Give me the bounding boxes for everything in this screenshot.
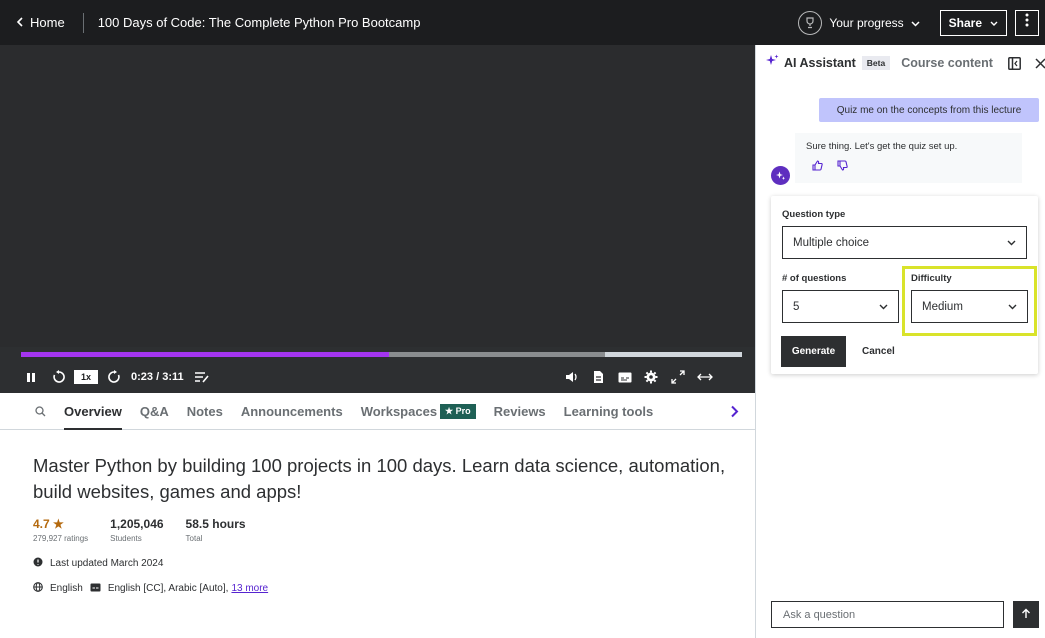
tab-ai-assistant[interactable]: AI Assistant [784, 56, 856, 70]
your-progress-button[interactable]: Your progress [798, 10, 920, 35]
rating-stat: 4.7 ★ 279,927 ratings [33, 517, 88, 543]
tab-workspaces[interactable]: Workspaces ★ Pro [361, 393, 476, 430]
header-actions: Your progress Share [798, 0, 1039, 45]
pause-icon[interactable] [26, 372, 36, 383]
more-options-button[interactable] [1015, 9, 1039, 36]
video-progress-bar[interactable] [21, 352, 742, 357]
tab-notes[interactable]: Notes [187, 393, 223, 430]
language-text: English [50, 583, 83, 594]
course-title[interactable]: 100 Days of Code: The Complete Python Pr… [98, 15, 421, 30]
beta-badge: Beta [861, 56, 891, 70]
hours-label: Total [185, 534, 203, 543]
trophy-icon [798, 10, 823, 35]
rating-value: 4.7 ★ [33, 517, 64, 531]
students-value: 1,205,046 [110, 517, 164, 531]
last-updated: Last updated March 2024 [33, 557, 163, 570]
divider [82, 12, 84, 33]
collapse-panel-icon[interactable] [1007, 56, 1021, 70]
feedback-buttons [812, 160, 1011, 174]
question-type-value: Multiple choice [793, 236, 870, 249]
students-label: Students [110, 534, 142, 543]
ai-message: Sure thing. Let's get the quiz set up. [795, 133, 1022, 183]
chevron-down-icon [911, 16, 920, 30]
share-button[interactable]: Share [939, 9, 1007, 36]
tab-qa[interactable]: Q&A [140, 393, 169, 430]
panel-header: AI Assistant Beta Course content [756, 45, 1045, 81]
generate-button[interactable]: Generate [781, 336, 846, 367]
tab-announcements[interactable]: Announcements [241, 393, 343, 430]
fullscreen-icon[interactable] [670, 370, 685, 384]
tab-course-content[interactable]: Course content [901, 56, 993, 70]
home-link[interactable]: Home [10, 11, 73, 35]
quiz-setup-card: Question type Multiple choice # of quest… [771, 196, 1038, 374]
home-label: Home [30, 15, 65, 30]
search-icon[interactable] [35, 405, 46, 417]
num-questions-value: 5 [793, 300, 800, 313]
send-button[interactable] [1013, 601, 1039, 628]
num-questions-select[interactable]: 5 [782, 290, 899, 323]
chevron-down-icon [1007, 237, 1016, 249]
ai-avatar-icon [771, 166, 790, 185]
tab-reviews[interactable]: Reviews [494, 393, 546, 430]
time-display: 0:23 / 3:11 [131, 371, 184, 383]
share-label: Share [948, 15, 982, 30]
cancel-button[interactable]: Cancel [862, 336, 895, 367]
chevron-down-icon [879, 301, 888, 313]
top-header: Home 100 Days of Code: The Complete Pyth… [0, 0, 1045, 45]
hours-value: 58.5 hours [185, 517, 246, 531]
alert-icon [33, 557, 43, 570]
expand-width-icon[interactable] [696, 372, 713, 382]
last-updated-text: Last updated March 2024 [50, 558, 164, 569]
course-stats: 4.7 ★ 279,927 ratings 1,205,046 Students… [33, 517, 246, 543]
captions-text: English [CC], Arabic [Auto], [107, 583, 229, 594]
captions-icon [90, 583, 101, 595]
settings-gear-icon[interactable] [644, 370, 658, 384]
sparkle-icon [766, 54, 779, 72]
thumbs-down-icon[interactable] [837, 160, 848, 174]
pro-badge: ★ Pro [440, 403, 476, 419]
more-languages-link[interactable]: 13 more [231, 583, 268, 594]
question-type-label: Question type [782, 209, 846, 220]
difficulty-highlight [902, 266, 1037, 336]
rewind-icon[interactable] [52, 370, 66, 384]
globe-icon [33, 582, 43, 595]
num-questions-label: # of questions [782, 273, 847, 284]
language-info: English English [CC], Arabic [Auto], 13 … [33, 582, 268, 595]
volume-icon[interactable] [565, 371, 579, 383]
player-controls: 1x 0:23 / 3:11 [0, 363, 755, 391]
hours-stat: 58.5 hours Total [186, 517, 246, 543]
course-headline: Master Python by building 100 projects i… [33, 455, 726, 502]
chevron-right-icon[interactable] [730, 405, 739, 418]
ai-message-text: Sure thing. Let's get the quiz set up. [806, 141, 958, 152]
question-type-select[interactable]: Multiple choice [782, 226, 1027, 259]
video-screen[interactable] [0, 45, 755, 347]
tab-overview[interactable]: Overview [64, 393, 122, 430]
forward-icon[interactable] [107, 370, 121, 384]
playback-speed-button[interactable]: 1x [74, 370, 99, 384]
captions-icon[interactable] [618, 372, 632, 383]
tab-learning-tools[interactable]: Learning tools [564, 393, 654, 430]
ask-question-input[interactable] [771, 601, 1004, 628]
transcript-icon[interactable] [593, 370, 604, 384]
close-icon[interactable] [1035, 57, 1045, 69]
ratings-count: 279,927 ratings [33, 534, 89, 543]
user-message: Quiz me on the concepts from this lectur… [819, 98, 1039, 122]
course-tabs: Overview Q&A Notes Announcements Workspa… [0, 393, 755, 430]
ai-assistant-panel: AI Assistant Beta Course content Quiz me… [755, 45, 1045, 638]
chevron-down-icon [990, 16, 998, 30]
chevron-left-icon [16, 15, 24, 30]
played-bar [21, 352, 389, 357]
arrow-up-icon [1021, 606, 1031, 624]
unbuffered-bar [605, 352, 742, 357]
tab-workspaces-label: Workspaces [360, 403, 438, 419]
video-player[interactable]: 1x 0:23 / 3:11 [0, 45, 755, 393]
thumbs-up-icon[interactable] [812, 160, 823, 174]
vertical-dots-icon [1025, 13, 1029, 32]
add-note-icon[interactable] [194, 371, 210, 383]
students-stat: 1,205,046 Students [110, 517, 163, 543]
app: Home 100 Days of Code: The Complete Pyth… [0, 0, 1045, 638]
progress-label: Your progress [829, 15, 904, 30]
